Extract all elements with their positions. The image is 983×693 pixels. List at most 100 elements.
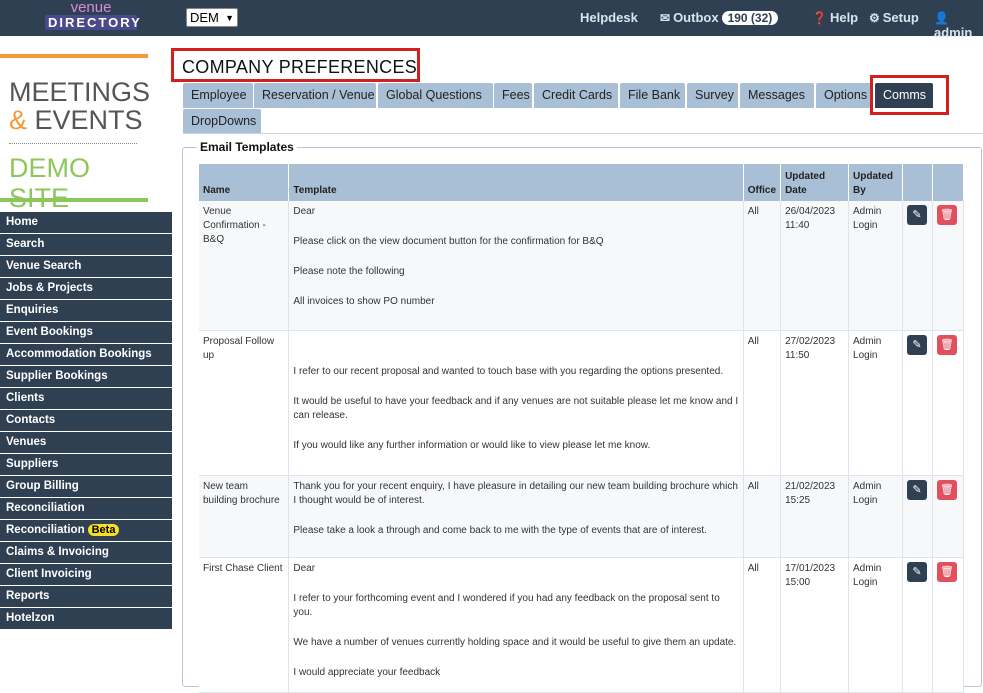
- tab-credit-cards[interactable]: Credit Cards: [534, 83, 618, 108]
- cell-delete: 🗑: [932, 201, 965, 331]
- sidebar-item-hotelzon[interactable]: Hotelzon: [0, 608, 172, 629]
- table-row[interactable]: First Chase Client Dear I refer to your fo…: [199, 557, 965, 693]
- sidebar-item-clients[interactable]: Clients: [0, 388, 172, 409]
- outbox-link[interactable]: ✉ Outbox 190 (32): [660, 10, 779, 25]
- comms-tab-highlight-box: [870, 75, 949, 115]
- trash-icon[interactable]: 🗑: [936, 334, 957, 355]
- sidebar-item-label: Hotelzon: [6, 612, 55, 624]
- pencil-icon[interactable]: ✎: [906, 479, 927, 500]
- user-menu[interactable]: 👤admin: [934, 10, 983, 40]
- sidebar-item-label: Accommodation Bookings: [6, 348, 152, 360]
- cell-updated-by: Admin Login: [848, 330, 903, 476]
- helpdesk-link[interactable]: Helpdesk: [580, 10, 638, 25]
- sidebar-item-client-invoicing[interactable]: Client Invoicing: [0, 564, 172, 585]
- sidebar-item-label: Reconciliation: [6, 502, 85, 514]
- sidebar-item-event-bookings[interactable]: Event Bookings: [0, 322, 172, 343]
- column-header-office[interactable]: Office: [743, 164, 782, 201]
- column-header-delete: [932, 164, 965, 201]
- cell-office: All: [743, 475, 782, 558]
- sidebar-item-group-billing[interactable]: Group Billing: [0, 476, 172, 497]
- table-row[interactable]: New team building brochure Thank you for …: [199, 475, 965, 558]
- tab-employee[interactable]: Employee: [183, 83, 253, 108]
- outbox-label: Outbox: [673, 10, 719, 25]
- template-paragraph: We have a number of venues currently hol…: [293, 636, 737, 648]
- question-circle-icon: ❓: [812, 11, 827, 25]
- cell-delete: 🗑: [932, 475, 965, 558]
- help-label: Help: [829, 10, 859, 25]
- section-title: Email Templates: [197, 140, 297, 154]
- sidebar-item-accommodation-bookings[interactable]: Accommodation Bookings: [0, 344, 172, 365]
- sidebar-item-reconciliation-beta[interactable]: Reconciliation Beta: [0, 520, 172, 541]
- sidebar-item-label: Enquiries: [6, 304, 59, 316]
- envelope-icon: ✉: [660, 11, 671, 25]
- sidebar-menu: Home Search Venue Search Jobs & Projects Enq…: [0, 212, 172, 630]
- sidebar-item-label: Jobs & Projects: [6, 282, 93, 294]
- trash-icon[interactable]: 🗑: [936, 561, 957, 582]
- pencil-icon[interactable]: ✎: [906, 334, 927, 355]
- pencil-icon[interactable]: ✎: [906, 205, 927, 225]
- column-header-name[interactable]: Name: [199, 164, 290, 201]
- template-paragraph: Thank you for your recent enquiry, I hav…: [293, 480, 738, 506]
- cell-template: I refer to our recent proposal and wante…: [288, 330, 744, 476]
- tab-global-questions[interactable]: Global Questions: [378, 83, 493, 108]
- sidebar-item-label: Event Bookings: [6, 326, 93, 338]
- tab-survey[interactable]: Survey: [687, 83, 738, 108]
- sidebar-item-jobs-projects[interactable]: Jobs & Projects: [0, 278, 172, 299]
- outbox-count-badge: 190 (32): [721, 11, 779, 25]
- trash-icon[interactable]: 🗑: [936, 205, 957, 225]
- brand-events-text: EVENTS: [34, 105, 143, 135]
- column-header-updated-date[interactable]: Updated Date: [780, 164, 850, 201]
- sidebar-item-reports[interactable]: Reports: [0, 586, 172, 607]
- setup-label: Setup: [882, 10, 919, 25]
- setup-link[interactable]: ⚙ Setup: [869, 10, 919, 25]
- top-bar: venue DIRECTORY DEM ▼ Helpdesk ✉ Outbox 19…: [0, 0, 983, 40]
- sidebar-item-supplier-bookings[interactable]: Supplier Bookings: [0, 366, 172, 387]
- template-paragraph: Dear: [293, 206, 316, 217]
- office-select[interactable]: DEM ▼: [186, 8, 238, 27]
- cell-edit: ✎: [902, 557, 933, 693]
- sidebar-item-venue-search[interactable]: Venue Search: [0, 256, 172, 277]
- column-header-edit: [902, 164, 933, 201]
- sidebar-item-label: Group Billing: [6, 480, 79, 492]
- sidebar-item-label: Venues: [6, 436, 47, 448]
- cell-updated-by: Admin Login: [848, 201, 903, 331]
- sidebar-item-claims-invoicing[interactable]: Claims & Invoicing: [0, 542, 172, 563]
- table-row[interactable]: Proposal Follow up I refer to our recent …: [199, 330, 965, 476]
- template-paragraph: If you would like any further informatio…: [293, 439, 651, 451]
- cell-template: Thank you for your recent enquiry, I hav…: [288, 475, 744, 558]
- table-row[interactable]: Venue Confirmation - B&Q Dear Please click…: [199, 201, 965, 331]
- template-paragraph: It would be useful to have your feedback…: [293, 395, 739, 421]
- column-header-updated-by[interactable]: Updated By: [848, 164, 903, 201]
- template-paragraph: All invoices to show PO number: [293, 296, 435, 307]
- sidebar-item-enquiries[interactable]: Enquiries: [0, 300, 172, 321]
- sidebar-item-venues[interactable]: Venues: [0, 432, 172, 453]
- site-brand: MEETINGS & EVENTS DEMO SITE: [0, 54, 150, 213]
- user-name: admin: [934, 25, 973, 40]
- cell-office: All: [743, 201, 782, 331]
- brand-line3: DEMO SITE: [9, 153, 90, 213]
- cell-name: Venue Confirmation - B&Q: [199, 201, 290, 331]
- trash-icon[interactable]: 🗑: [936, 479, 957, 500]
- tab-reservation-venue[interactable]: Reservation / Venue: [254, 83, 376, 108]
- cell-edit: ✎: [902, 201, 933, 331]
- tab-messages[interactable]: Messages: [740, 83, 814, 108]
- cell-name: Proposal Follow up: [199, 330, 290, 476]
- help-link[interactable]: ❓ Help: [812, 10, 858, 25]
- column-header-template[interactable]: Template: [288, 164, 744, 201]
- sidebar-item-label: Contacts: [6, 414, 56, 426]
- sidebar-item-search[interactable]: Search: [0, 234, 172, 255]
- tab-options[interactable]: Options: [816, 83, 871, 108]
- brand-ampersand: &: [9, 105, 28, 135]
- venue-directory-logo[interactable]: venue DIRECTORY: [45, 0, 140, 33]
- tab-file-bank[interactable]: File Bank: [620, 83, 685, 108]
- tab-dropdowns[interactable]: DropDowns: [183, 109, 261, 134]
- brand-bottom-bar: [0, 198, 148, 202]
- sidebar-item-label: Supplier Bookings: [6, 370, 108, 382]
- sidebar-item-suppliers[interactable]: Suppliers: [0, 454, 172, 475]
- sidebar-item-reconciliation[interactable]: Reconciliation: [0, 498, 172, 519]
- sidebar-item-home[interactable]: Home: [0, 212, 172, 233]
- pencil-icon[interactable]: ✎: [906, 561, 927, 582]
- sidebar-item-contacts[interactable]: Contacts: [0, 410, 172, 431]
- tab-fees[interactable]: Fees: [494, 83, 532, 108]
- sidebar-item-label: Client Invoicing: [6, 568, 92, 580]
